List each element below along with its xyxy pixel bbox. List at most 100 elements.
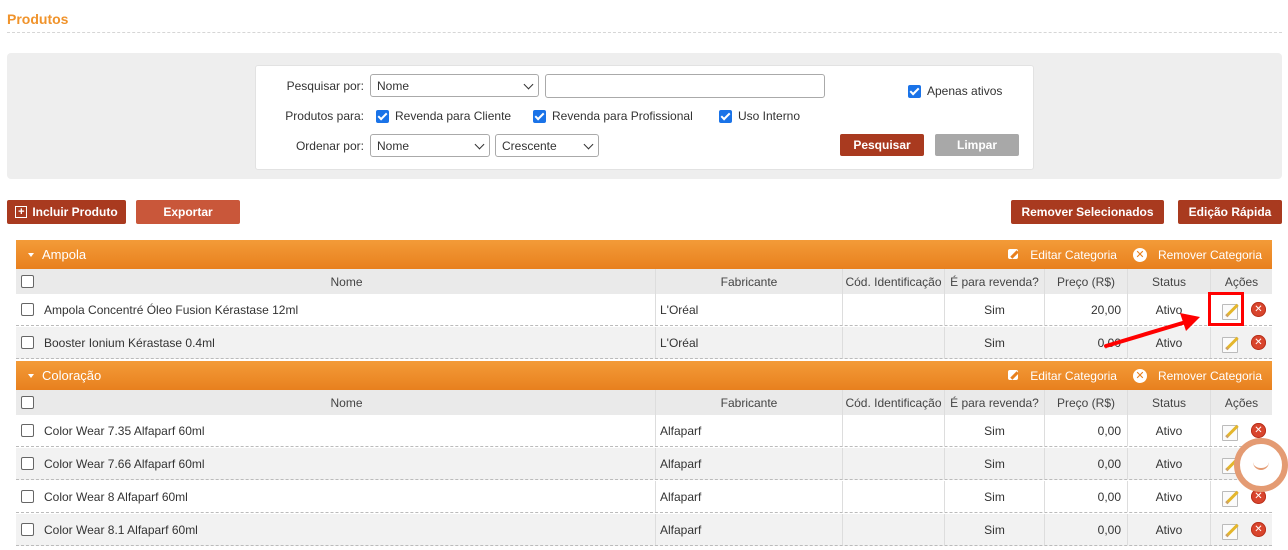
product-resale: Sim xyxy=(944,481,1044,512)
export-button[interactable]: Exportar xyxy=(136,200,240,224)
column-header-nome[interactable]: Nome xyxy=(38,390,655,415)
search-button[interactable]: Pesquisar xyxy=(840,134,924,156)
pencil-icon xyxy=(1007,248,1020,261)
product-name: Color Wear 8.1 Alfaparf 60ml xyxy=(44,522,198,537)
title-divider xyxy=(7,32,1282,33)
table-row: Color Wear 7.66 Alfaparf 60ml Alfaparf S… xyxy=(16,448,1272,480)
table-header: Nome Fabricante Cód. Identificação É par… xyxy=(16,390,1272,415)
column-header-cod[interactable]: Cód. Identificação xyxy=(842,390,944,415)
category-name: Coloração xyxy=(42,368,102,383)
resale-professional-label: Revenda para Profissional xyxy=(552,109,693,123)
table-row: Color Wear 7.35 Alfaparf 60ml Alfaparf S… xyxy=(16,415,1272,447)
column-header-nome[interactable]: Nome xyxy=(38,269,655,294)
close-circle-icon: ✕ xyxy=(1132,368,1147,383)
column-header-revenda[interactable]: É para revenda? xyxy=(944,390,1044,415)
remove-category-link[interactable]: ✕ Remover Categoria xyxy=(1132,368,1262,383)
remove-category-label: Remover Categoria xyxy=(1157,247,1262,262)
chevron-down-icon xyxy=(523,79,534,90)
search-by-select[interactable]: Nome xyxy=(370,74,539,97)
product-name: Color Wear 8 Alfaparf 60ml xyxy=(44,489,188,504)
product-code xyxy=(842,415,944,446)
clear-button[interactable]: Limpar xyxy=(935,134,1019,156)
search-input[interactable] xyxy=(545,74,825,98)
product-price: 0,00 xyxy=(1044,481,1127,512)
chevron-down-icon xyxy=(583,139,594,150)
column-header-acoes: Ações xyxy=(1210,390,1272,415)
delete-icon[interactable]: ✕ xyxy=(1251,302,1266,317)
search-by-value: Nome xyxy=(377,79,410,93)
product-resale: Sim xyxy=(944,448,1044,479)
remove-category-link[interactable]: ✕ Remover Categoria xyxy=(1132,247,1262,262)
chevron-down-icon xyxy=(474,139,485,150)
product-manufacturer: Alfaparf xyxy=(655,448,842,479)
product-resale: Sim xyxy=(944,415,1044,446)
caret-down-icon xyxy=(28,373,34,378)
add-product-label: Incluir Produto xyxy=(32,205,118,219)
delete-icon[interactable]: ✕ xyxy=(1251,522,1266,537)
order-by-value: Nome xyxy=(377,139,410,153)
remove-selected-button[interactable]: Remover Selecionados xyxy=(1011,200,1164,224)
column-header-fabricante[interactable]: Fabricante xyxy=(655,269,842,294)
quick-edit-button[interactable]: Edição Rápida xyxy=(1178,200,1282,224)
category-bar-coloracao[interactable]: Coloração Editar Categoria ✕ Remover Cat… xyxy=(16,361,1272,390)
column-header-acoes: Ações xyxy=(1210,269,1272,294)
column-header-cod[interactable]: Cód. Identificação xyxy=(842,269,944,294)
product-name: Color Wear 7.66 Alfaparf 60ml xyxy=(44,456,205,471)
pencil-icon[interactable] xyxy=(1221,334,1239,353)
order-direction-value: Crescente xyxy=(502,139,557,153)
select-all-checkbox[interactable] xyxy=(20,396,34,409)
category-bar-ampola[interactable]: Ampola Editar Categoria ✕ Remover Catego… xyxy=(16,240,1272,269)
column-header-status[interactable]: Status xyxy=(1127,269,1210,294)
add-product-button[interactable]: + Incluir Produto xyxy=(7,200,126,224)
column-header-preco[interactable]: Preço (R$) xyxy=(1044,390,1127,415)
only-active-checkbox[interactable]: Apenas ativos xyxy=(908,84,1002,98)
internal-use-checkbox[interactable]: Uso Interno xyxy=(719,109,800,123)
edit-category-link[interactable]: Editar Categoria xyxy=(1007,369,1117,383)
delete-icon[interactable]: ✕ xyxy=(1251,423,1266,438)
column-header-preco[interactable]: Preço (R$) xyxy=(1044,269,1127,294)
order-direction-select[interactable]: Crescente xyxy=(495,134,599,157)
row-checkbox[interactable] xyxy=(20,303,34,316)
pencil-icon[interactable] xyxy=(1221,422,1239,441)
table-row: Booster Ionium Kérastase 0.4ml L'Oréal S… xyxy=(16,327,1272,359)
resale-client-checkbox[interactable]: Revenda para Cliente xyxy=(376,109,511,123)
product-status: Ativo xyxy=(1127,481,1210,512)
order-by-label: Ordenar por: xyxy=(295,139,364,153)
product-status: Ativo xyxy=(1127,415,1210,446)
product-manufacturer: Alfaparf xyxy=(655,415,842,446)
column-header-revenda[interactable]: É para revenda? xyxy=(944,269,1044,294)
product-manufacturer: L'Oréal xyxy=(655,294,842,325)
close-circle-icon: ✕ xyxy=(1132,247,1147,262)
table-row: Color Wear 8.1 Alfaparf 60ml Alfaparf Si… xyxy=(16,514,1272,546)
row-checkbox[interactable] xyxy=(20,457,34,470)
table-header: Nome Fabricante Cód. Identificação É par… xyxy=(16,269,1272,294)
edit-category-label: Editar Categoria xyxy=(1030,247,1117,262)
product-price: 0,00 xyxy=(1044,448,1127,479)
resale-client-label: Revenda para Cliente xyxy=(395,109,512,123)
chat-icon[interactable] xyxy=(1234,438,1288,492)
edit-category-link[interactable]: Editar Categoria xyxy=(1007,248,1117,262)
row-checkbox[interactable] xyxy=(20,523,34,536)
product-manufacturer: L'Oréal xyxy=(655,327,842,358)
pencil-icon[interactable] xyxy=(1221,521,1239,540)
annotation-highlight-box xyxy=(1208,292,1244,326)
row-checkbox[interactable] xyxy=(20,490,34,503)
order-by-select[interactable]: Nome xyxy=(370,134,490,157)
edit-category-label: Editar Categoria xyxy=(1030,368,1117,383)
product-name: Ampola Concentré Óleo Fusion Kérastase 1… xyxy=(44,302,299,317)
resale-professional-checkbox[interactable]: Revenda para Profissional xyxy=(533,109,693,123)
product-manufacturer: Alfaparf xyxy=(655,481,842,512)
delete-icon[interactable]: ✕ xyxy=(1251,335,1266,350)
product-code xyxy=(842,327,944,358)
product-code xyxy=(842,448,944,479)
column-header-status[interactable]: Status xyxy=(1127,390,1210,415)
table-row: Color Wear 8 Alfaparf 60ml Alfaparf Sim … xyxy=(16,481,1272,513)
only-active-label: Apenas ativos xyxy=(927,84,1003,98)
row-checkbox[interactable] xyxy=(20,424,34,437)
select-all-checkbox[interactable] xyxy=(20,275,34,288)
pencil-icon[interactable] xyxy=(1221,488,1239,507)
row-checkbox[interactable] xyxy=(20,336,34,349)
checkbox-checked-icon xyxy=(533,109,546,123)
column-header-fabricante[interactable]: Fabricante xyxy=(655,390,842,415)
checkbox-checked-icon xyxy=(376,109,389,123)
